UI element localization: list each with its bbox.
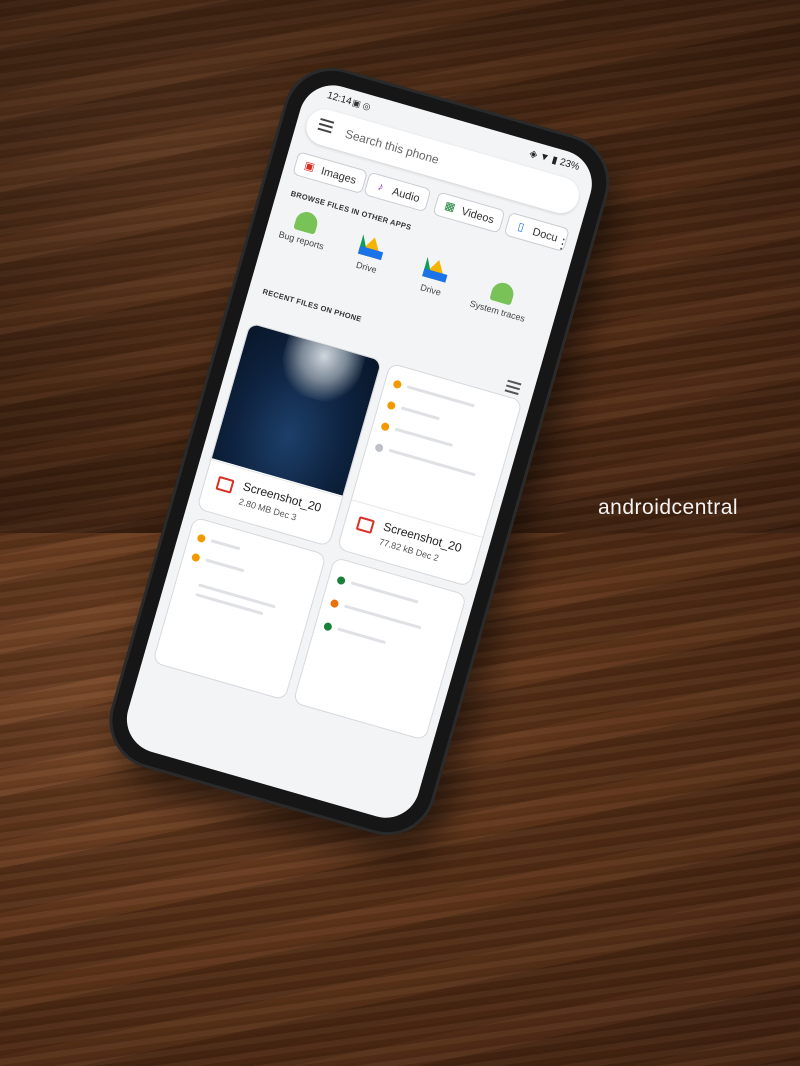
image-icon [355, 516, 375, 534]
chip-label: Images [319, 165, 358, 187]
notification-icons: ▣ ◎ [351, 97, 372, 113]
app-label: Drive [419, 282, 443, 298]
watermark-logo: androidcentral [598, 496, 739, 519]
thumbnail-line [337, 627, 387, 645]
menu-icon[interactable] [317, 117, 335, 134]
thumbnail-line [388, 448, 476, 477]
chip-videos[interactable]: ▦ Videos [432, 191, 506, 234]
thumbnail-dot [392, 379, 403, 390]
thumbnail-line [400, 406, 440, 421]
thumbnail-dot [322, 621, 333, 632]
thumbnail-line [343, 604, 422, 630]
file-thumbnail [156, 517, 326, 690]
app-label: Drive [354, 259, 378, 276]
drive-icon [422, 256, 451, 283]
image-icon [215, 475, 235, 494]
music-note-icon: ♪ [376, 180, 385, 194]
chip-images[interactable]: ▣ Images [292, 151, 369, 195]
drive-icon [357, 234, 387, 261]
app-label: System traces [468, 298, 527, 324]
battery-icon: ▮ [550, 154, 559, 167]
image-icon: ▣ [302, 159, 317, 174]
vibrate-icon: ◈ [528, 148, 539, 161]
thumbnail-dot [374, 442, 385, 453]
wifi-icon: ▼ [538, 151, 551, 165]
thumbnail-dot [196, 533, 207, 544]
thumbnail-line [195, 592, 264, 616]
thumbnail-line [210, 539, 241, 551]
thumbnail-line [406, 385, 475, 408]
android-icon [293, 209, 320, 235]
thumbnail-dot [386, 400, 397, 411]
battery-percent: 23% [558, 156, 581, 173]
chip-audio[interactable]: ♪ Audio [363, 171, 432, 213]
thumbnail-dot [190, 552, 201, 563]
app-system-traces[interactable]: System traces [462, 274, 539, 326]
app-bug-reports[interactable]: Bug reports [266, 203, 343, 255]
app-label: Bug reports [277, 229, 326, 252]
document-icon: ▯ [516, 220, 526, 234]
thumbnail-dot [380, 421, 391, 432]
app-drive-1[interactable]: Drive [331, 228, 408, 282]
thumbnail-dot [329, 598, 340, 609]
film-icon: ▦ [443, 199, 457, 215]
file-thumbnail [296, 557, 466, 731]
thumbnail-line [205, 558, 245, 573]
thumbnail-dot [336, 575, 347, 586]
android-icon [489, 280, 516, 306]
thumbnail-line [350, 581, 419, 604]
app-drive-2[interactable]: Drive [396, 250, 473, 304]
status-time: 12:14 [325, 90, 353, 108]
thumbnail-line [394, 427, 454, 447]
recent-file-card[interactable] [292, 556, 468, 741]
list-view-icon[interactable] [504, 379, 522, 396]
chip-label: Videos [459, 205, 496, 227]
chip-label: Audio [390, 185, 422, 206]
